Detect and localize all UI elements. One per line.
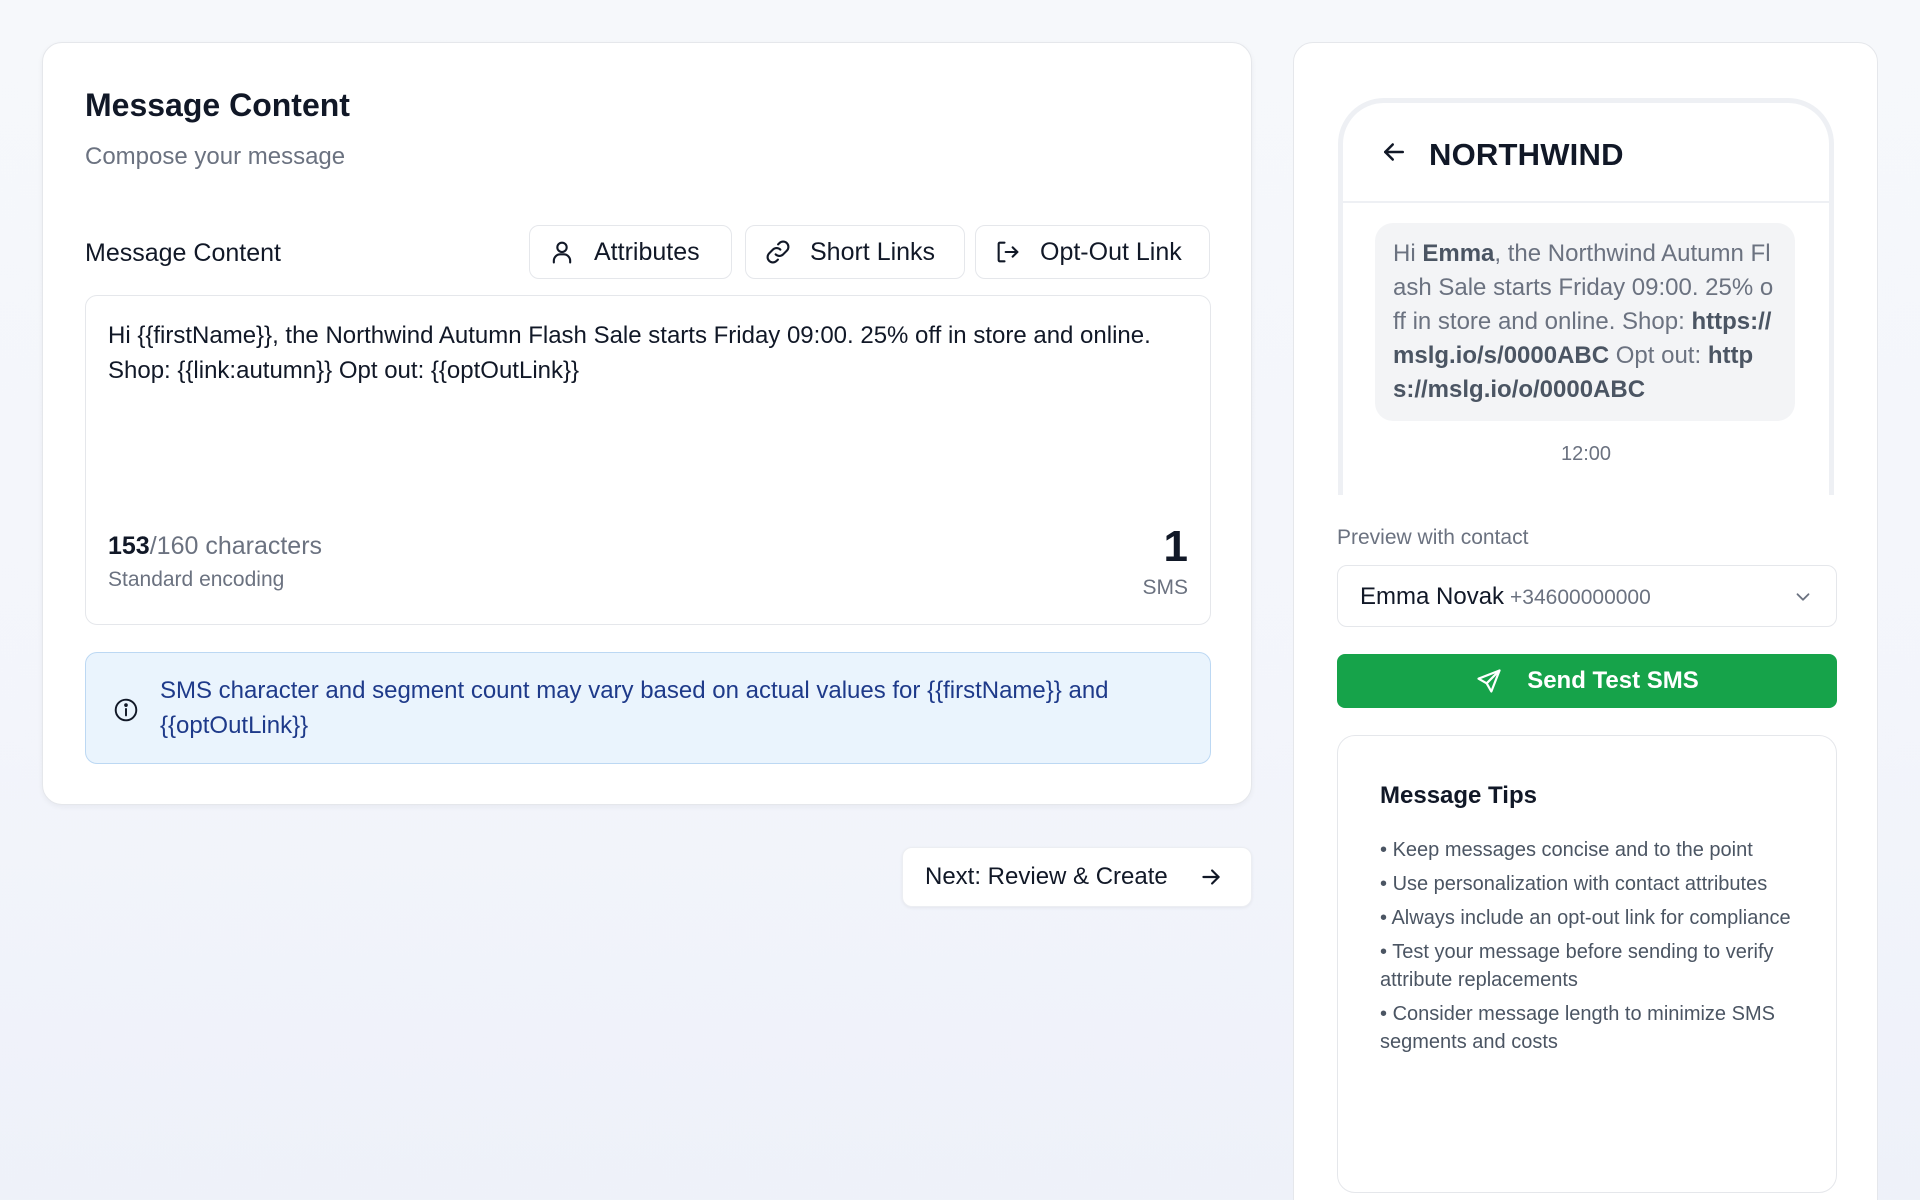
encoding-label: Standard encoding — [108, 568, 285, 591]
bubble-contact-name: Emma — [1422, 240, 1495, 267]
tip-item: Test your message before sending to veri… — [1380, 938, 1800, 994]
tips-list: Keep messages concise and to the point U… — [1380, 836, 1800, 1062]
next-review-create-button[interactable]: Next: Review & Create — [902, 847, 1252, 907]
short-links-button[interactable]: Short Links — [745, 225, 965, 279]
phone-preview: NORTHWIND Hi Emma, the Northwind Autumn … — [1338, 98, 1834, 495]
contact-phone: +34600000000 — [1510, 586, 1651, 609]
opt-out-link-button-label: Opt-Out Link — [1040, 237, 1182, 266]
message-field-label: Message Content — [85, 239, 281, 267]
arrow-right-icon — [1202, 869, 1220, 885]
sms-segment-count: 1 — [1163, 522, 1188, 571]
tips-title: Message Tips — [1380, 782, 1537, 809]
send-icon — [1477, 669, 1501, 693]
card-title: Message Content — [85, 87, 350, 123]
preview-contact-select[interactable]: Emma Novak +34600000000 — [1337, 565, 1837, 627]
segment-info-alert: SMS character and segment count may vary… — [85, 652, 1211, 764]
character-count: 153/160 characters — [108, 532, 322, 561]
character-limit: /160 characters — [149, 532, 323, 560]
arrow-left-icon — [1384, 143, 1404, 161]
message-tips-card: Message Tips Keep messages concise and t… — [1337, 735, 1837, 1193]
info-alert-text: SMS character and segment count may vary… — [160, 677, 1109, 739]
tip-item: Keep messages concise and to the point — [1380, 836, 1800, 864]
phone-header: NORTHWIND — [1343, 103, 1829, 203]
link-icon — [766, 240, 790, 264]
opt-out-icon — [997, 241, 1019, 263]
send-test-sms-button[interactable]: Send Test SMS — [1337, 654, 1837, 708]
card-subtitle: Compose your message — [85, 143, 346, 170]
user-icon — [552, 241, 572, 264]
next-button-label: Next: Review & Create — [925, 863, 1168, 890]
message-content-card: Message Content Compose your message Mes… — [42, 42, 1252, 805]
attributes-button[interactable]: Attributes — [529, 225, 732, 279]
contact-name: Emma Novak — [1360, 583, 1505, 610]
attributes-button-label: Attributes — [594, 237, 700, 266]
chevron-down-icon — [1796, 593, 1810, 601]
send-test-sms-label: Send Test SMS — [1527, 667, 1699, 694]
selected-contact: Emma Novak +34600000000 — [1360, 583, 1651, 611]
bubble-text: Hi — [1393, 240, 1423, 267]
message-time: 12:00 — [1560, 443, 1612, 465]
message-editor[interactable]: Hi {{firstName}}, the Northwind Autumn F… — [85, 295, 1211, 625]
opt-out-link-button[interactable]: Opt-Out Link — [975, 225, 1210, 279]
sender-name: NORTHWIND — [1429, 137, 1624, 172]
sms-preview-card: NORTHWIND Hi Emma, the Northwind Autumn … — [1293, 42, 1878, 1200]
message-bubble: Hi Emma, the Northwind Autumn Flash Sale… — [1375, 223, 1795, 421]
tip-item: Always include an opt-out link for compl… — [1380, 904, 1800, 932]
preview-contact-label: Preview with contact — [1337, 526, 1529, 549]
info-icon — [114, 698, 138, 722]
bubble-text: Opt out: — [1609, 342, 1708, 369]
sms-segment-unit: SMS — [1142, 576, 1188, 599]
message-textarea[interactable]: Hi {{firstName}}, the Northwind Autumn F… — [108, 318, 1188, 388]
character-count-value: 153 — [108, 532, 150, 560]
tip-item: Consider message length to minimize SMS … — [1380, 1000, 1800, 1056]
tip-item: Use personalization with contact attribu… — [1380, 870, 1800, 898]
short-links-button-label: Short Links — [810, 237, 936, 266]
